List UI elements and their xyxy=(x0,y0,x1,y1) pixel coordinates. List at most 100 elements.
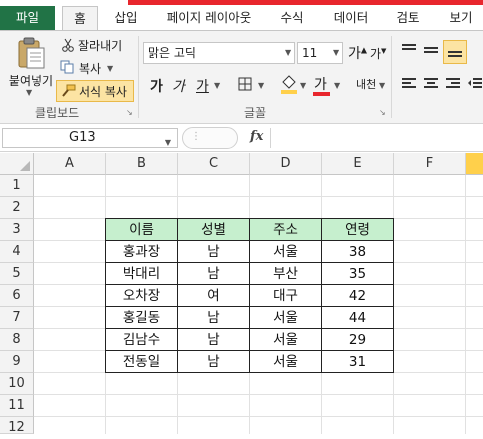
column-header-g[interactable] xyxy=(466,153,483,175)
tab-data[interactable]: 데이터 xyxy=(327,7,375,31)
table-cell[interactable]: 남 xyxy=(177,306,250,329)
table-cell[interactable]: 남 xyxy=(177,262,250,285)
table-cell[interactable]: 전동일 xyxy=(105,350,178,373)
table-cell[interactable]: 김남수 xyxy=(105,328,178,351)
tab-view[interactable]: 보기 xyxy=(443,7,479,31)
font-color-dropdown-icon[interactable]: ▼ xyxy=(334,81,340,90)
copy-icon[interactable] xyxy=(60,60,76,74)
chevron-down-icon[interactable]: ▼ xyxy=(165,134,171,152)
copy-dropdown-icon[interactable]: ▼ xyxy=(107,64,113,73)
fill-color-icon[interactable] xyxy=(280,74,298,94)
column-header-c[interactable]: C xyxy=(178,153,250,175)
chevron-down-icon[interactable]: ▼ xyxy=(26,88,32,97)
underline-dropdown-icon[interactable]: ▼ xyxy=(214,81,220,90)
tab-page-layout[interactable]: 페이지 레이아웃 xyxy=(158,7,260,31)
table-cell[interactable]: 홍과장 xyxy=(105,240,178,263)
row-header-12[interactable]: 12 xyxy=(0,417,34,435)
borders-icon[interactable] xyxy=(238,77,252,91)
name-box[interactable]: G13 ▼ xyxy=(2,128,178,148)
table-cell[interactable]: 홍길동 xyxy=(105,306,178,329)
column-header-f[interactable]: F xyxy=(394,153,466,175)
table-cell[interactable]: 42 xyxy=(321,284,394,307)
tab-review[interactable]: 검토 xyxy=(390,7,426,31)
formula-input[interactable] xyxy=(274,128,483,148)
align-right-icon[interactable] xyxy=(446,78,460,90)
tab-home[interactable]: 홈 xyxy=(62,6,98,31)
font-name-dropdown[interactable]: 맑은 고딕 xyxy=(143,42,295,64)
cut-icon[interactable] xyxy=(61,38,75,52)
paste-icon[interactable] xyxy=(14,36,48,70)
row-header-11[interactable]: 11 xyxy=(0,395,34,417)
dialog-launcher-icon[interactable]: ↘ xyxy=(379,108,386,117)
table-header-cell[interactable]: 이름 xyxy=(105,218,178,241)
table-cell[interactable]: 31 xyxy=(321,350,394,373)
table-cell[interactable]: 44 xyxy=(321,306,394,329)
tab-file[interactable]: 파일 xyxy=(0,6,55,31)
table-header-cell[interactable]: 연령 xyxy=(321,218,394,241)
more-options-icon[interactable]: ⋮ xyxy=(191,131,201,142)
table-header-cell[interactable]: 주소 xyxy=(249,218,322,241)
copy-button[interactable]: 복사 xyxy=(79,60,101,77)
decrease-indent-icon[interactable] xyxy=(468,78,482,90)
shrink-font-button[interactable]: 가▼ xyxy=(370,45,386,62)
row-header-9[interactable]: 9 xyxy=(0,351,34,373)
row-header-3[interactable]: 3 xyxy=(0,219,34,241)
row-header-8[interactable]: 8 xyxy=(0,329,34,351)
column-header-d[interactable]: D xyxy=(250,153,322,175)
align-bottom-button[interactable] xyxy=(443,40,467,64)
borders-dropdown-icon[interactable]: ▼ xyxy=(258,81,264,90)
table-cell[interactable]: 서울 xyxy=(249,350,322,373)
phonetic-guide-button[interactable]: 내천 xyxy=(356,76,376,92)
cut-button[interactable]: 잘라내기 xyxy=(78,37,122,54)
title-accent-bar xyxy=(128,0,483,5)
row-header-6[interactable]: 6 xyxy=(0,285,34,307)
align-center-icon[interactable] xyxy=(424,78,438,90)
table-cell[interactable]: 박대리 xyxy=(105,262,178,285)
paste-button-label[interactable]: 붙여넣기 xyxy=(5,72,57,89)
table-cell[interactable]: 남 xyxy=(177,328,250,351)
chevron-down-icon[interactable]: ▼ xyxy=(333,48,339,57)
table-cell[interactable]: 서울 xyxy=(249,306,322,329)
tab-insert[interactable]: 삽입 xyxy=(108,7,144,31)
font-color-button[interactable]: 가 xyxy=(314,74,327,94)
underline-button[interactable]: 가 xyxy=(196,76,209,96)
column-header-a[interactable]: A xyxy=(34,153,106,175)
table-cell[interactable]: 오차장 xyxy=(105,284,178,307)
column-header-e[interactable]: E xyxy=(322,153,394,175)
align-left-icon[interactable] xyxy=(402,78,416,90)
row-header-2[interactable]: 2 xyxy=(0,197,34,219)
group-divider xyxy=(391,36,392,118)
dialog-launcher-icon[interactable]: ↘ xyxy=(126,108,133,117)
row-header-1[interactable]: 1 xyxy=(0,175,34,197)
table-cell[interactable]: 서울 xyxy=(249,328,322,351)
tab-formulas[interactable]: 수식 xyxy=(272,7,312,31)
table-cell[interactable]: 서울 xyxy=(249,240,322,263)
column-header-b[interactable]: B xyxy=(106,153,178,175)
insert-function-icon[interactable]: fx xyxy=(250,129,263,144)
gridline xyxy=(34,416,483,417)
italic-button[interactable]: 가 xyxy=(172,76,185,96)
table-header-cell[interactable]: 성별 xyxy=(177,218,250,241)
table-cell[interactable]: 부산 xyxy=(249,262,322,285)
chevron-down-icon[interactable]: ▼ xyxy=(285,48,291,57)
table-cell[interactable]: 35 xyxy=(321,262,394,285)
table-cell[interactable]: 여 xyxy=(177,284,250,307)
phonetic-dropdown-icon[interactable]: ▼ xyxy=(379,81,385,90)
row-header-5[interactable]: 5 xyxy=(0,263,34,285)
row-header-7[interactable]: 7 xyxy=(0,307,34,329)
select-all-corner[interactable] xyxy=(0,153,34,175)
grow-font-button[interactable]: 가▲ xyxy=(348,43,367,63)
align-top-icon[interactable] xyxy=(402,44,416,56)
align-middle-icon[interactable] xyxy=(424,44,438,56)
row-header-10[interactable]: 10 xyxy=(0,373,34,395)
table-cell[interactable]: 대구 xyxy=(249,284,322,307)
paintbrush-icon[interactable] xyxy=(60,84,76,98)
table-cell[interactable]: 남 xyxy=(177,240,250,263)
fill-color-dropdown-icon[interactable]: ▼ xyxy=(300,81,306,90)
table-cell[interactable]: 29 xyxy=(321,328,394,351)
bold-button[interactable]: 가 xyxy=(150,76,163,96)
format-painter-label[interactable]: 서식 복사 xyxy=(79,83,127,100)
table-cell[interactable]: 38 xyxy=(321,240,394,263)
table-cell[interactable]: 남 xyxy=(177,350,250,373)
row-header-4[interactable]: 4 xyxy=(0,241,34,263)
